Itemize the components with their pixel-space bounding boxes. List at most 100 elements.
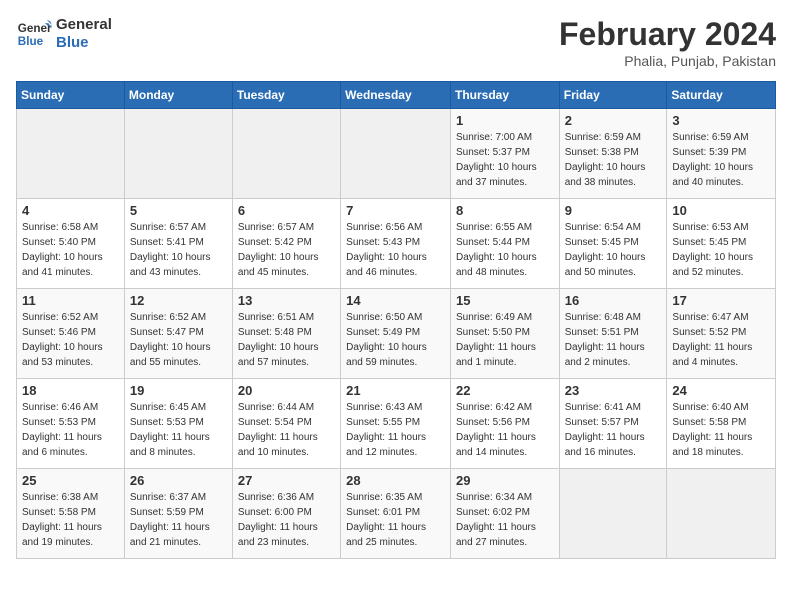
logo: General Blue General Blue bbox=[16, 16, 112, 52]
week-row-3: 11Sunrise: 6:52 AMSunset: 5:46 PMDayligh… bbox=[17, 289, 776, 379]
weekday-header-saturday: Saturday bbox=[667, 82, 776, 109]
day-number: 26 bbox=[130, 473, 227, 488]
calendar-cell: 9Sunrise: 6:54 AMSunset: 5:45 PMDaylight… bbox=[559, 199, 667, 289]
day-detail: Sunrise: 6:37 AMSunset: 5:59 PMDaylight:… bbox=[130, 490, 227, 550]
calendar-cell: 23Sunrise: 6:41 AMSunset: 5:57 PMDayligh… bbox=[559, 379, 667, 469]
day-number: 1 bbox=[456, 113, 554, 128]
calendar-cell: 14 Sunrise: 6:50 AMSunset: 5:49 PMDayligh… bbox=[341, 289, 451, 379]
svg-text:Blue: Blue bbox=[18, 35, 44, 48]
week-row-2: 4Sunrise: 6:58 AMSunset: 5:40 PMDaylight… bbox=[17, 199, 776, 289]
calendar-cell: 20 Sunrise: 6:44 AMSunset: 5:54 PMDayligh… bbox=[232, 379, 340, 469]
location: Phalia, Punjab, Pakistan bbox=[559, 53, 776, 69]
day-number: 5 bbox=[130, 203, 227, 218]
calendar-cell: 6 Sunrise: 6:57 AMSunset: 5:42 PMDaylight… bbox=[232, 199, 340, 289]
calendar-cell bbox=[124, 109, 232, 199]
calendar-table: SundayMondayTuesdayWednesdayThursdayFrid… bbox=[16, 81, 776, 559]
calendar-cell: 18Sunrise: 6:46 AMSunset: 5:53 PMDayligh… bbox=[17, 379, 125, 469]
day-number: 7 bbox=[346, 203, 445, 218]
calendar-cell: 4Sunrise: 6:58 AMSunset: 5:40 PMDaylight… bbox=[17, 199, 125, 289]
calendar-cell: 21 Sunrise: 6:43 AMSunset: 5:55 PMDayligh… bbox=[341, 379, 451, 469]
day-number: 28 bbox=[346, 473, 445, 488]
day-detail: Sunrise: 6:47 AMSunset: 5:52 PMDaylight:… bbox=[672, 310, 770, 370]
day-number: 20 bbox=[238, 383, 335, 398]
day-detail: Sunrise: 6:57 AMSunset: 5:42 PMDaylight:… bbox=[238, 220, 335, 280]
calendar-cell bbox=[232, 109, 340, 199]
calendar-cell: 3Sunrise: 6:59 AMSunset: 5:39 PMDaylight… bbox=[667, 109, 776, 199]
day-detail: Sunrise: 6:59 AMSunset: 5:39 PMDaylight:… bbox=[672, 130, 770, 190]
day-detail: Sunrise: 6:52 AMSunset: 5:47 PMDaylight:… bbox=[130, 310, 227, 370]
day-detail: Sunrise: 6:40 AMSunset: 5:58 PMDaylight:… bbox=[672, 400, 770, 460]
day-number: 14 bbox=[346, 293, 445, 308]
day-number: 22 bbox=[456, 383, 554, 398]
day-detail: Sunrise: 6:45 AMSunset: 5:53 PMDaylight:… bbox=[130, 400, 227, 460]
day-detail: Sunrise: 6:49 AMSunset: 5:50 PMDaylight:… bbox=[456, 310, 554, 370]
day-detail: Sunrise: 6:54 AMSunset: 5:45 PMDaylight:… bbox=[565, 220, 662, 280]
day-number: 29 bbox=[456, 473, 554, 488]
day-number: 15 bbox=[456, 293, 554, 308]
day-number: 6 bbox=[238, 203, 335, 218]
day-detail: Sunrise: 6:44 AMSunset: 5:54 PMDaylight:… bbox=[238, 400, 335, 460]
day-number: 10 bbox=[672, 203, 770, 218]
calendar-cell: 17 Sunrise: 6:47 AMSunset: 5:52 PMDayligh… bbox=[667, 289, 776, 379]
calendar-cell: 5Sunrise: 6:57 AMSunset: 5:41 PMDaylight… bbox=[124, 199, 232, 289]
week-row-5: 25 Sunrise: 6:38 AMSunset: 5:58 PMDayligh… bbox=[17, 469, 776, 559]
day-number: 16 bbox=[565, 293, 662, 308]
day-detail: Sunrise: 6:42 AMSunset: 5:56 PMDaylight:… bbox=[456, 400, 554, 460]
day-detail: Sunrise: 6:50 AMSunset: 5:49 PMDaylight:… bbox=[346, 310, 445, 370]
day-detail: Sunrise: 6:59 AMSunset: 5:38 PMDaylight:… bbox=[565, 130, 662, 190]
calendar-cell: 22 Sunrise: 6:42 AMSunset: 5:56 PMDayligh… bbox=[450, 379, 559, 469]
day-detail: Sunrise: 6:36 AMSunset: 6:00 PMDaylight:… bbox=[238, 490, 335, 550]
calendar-cell: 27Sunrise: 6:36 AMSunset: 6:00 PMDayligh… bbox=[232, 469, 340, 559]
day-detail: Sunrise: 6:43 AMSunset: 5:55 PMDaylight:… bbox=[346, 400, 445, 460]
logo-blue: Blue bbox=[56, 34, 112, 52]
day-number: 25 bbox=[22, 473, 119, 488]
title-block: February 2024 Phalia, Punjab, Pakistan bbox=[559, 16, 776, 69]
calendar-cell: 12 Sunrise: 6:52 AMSunset: 5:47 PMDayligh… bbox=[124, 289, 232, 379]
day-detail: Sunrise: 7:00 AMSunset: 5:37 PMDaylight:… bbox=[456, 130, 554, 190]
month-title: February 2024 bbox=[559, 16, 776, 53]
day-number: 4 bbox=[22, 203, 119, 218]
calendar-cell: 24 Sunrise: 6:40 AMSunset: 5:58 PMDayligh… bbox=[667, 379, 776, 469]
day-number: 21 bbox=[346, 383, 445, 398]
calendar-cell: 11Sunrise: 6:52 AMSunset: 5:46 PMDayligh… bbox=[17, 289, 125, 379]
page-header: General Blue General Blue February 2024 … bbox=[16, 16, 776, 69]
day-detail: Sunrise: 6:55 AMSunset: 5:44 PMDaylight:… bbox=[456, 220, 554, 280]
calendar-cell bbox=[341, 109, 451, 199]
logo-icon: General Blue bbox=[16, 16, 52, 52]
weekday-header-friday: Friday bbox=[559, 82, 667, 109]
day-number: 18 bbox=[22, 383, 119, 398]
weekday-header-sunday: Sunday bbox=[17, 82, 125, 109]
calendar-cell: 25 Sunrise: 6:38 AMSunset: 5:58 PMDayligh… bbox=[17, 469, 125, 559]
calendar-cell: 1 Sunrise: 7:00 AMSunset: 5:37 PMDaylight… bbox=[450, 109, 559, 199]
logo-general: General bbox=[56, 16, 112, 34]
day-detail: Sunrise: 6:53 AMSunset: 5:45 PMDaylight:… bbox=[672, 220, 770, 280]
day-detail: Sunrise: 6:35 AMSunset: 6:01 PMDaylight:… bbox=[346, 490, 445, 550]
calendar-cell bbox=[17, 109, 125, 199]
day-number: 13 bbox=[238, 293, 335, 308]
week-row-4: 18Sunrise: 6:46 AMSunset: 5:53 PMDayligh… bbox=[17, 379, 776, 469]
calendar-cell bbox=[559, 469, 667, 559]
day-number: 12 bbox=[130, 293, 227, 308]
calendar-cell: 7Sunrise: 6:56 AMSunset: 5:43 PMDaylight… bbox=[341, 199, 451, 289]
calendar-cell: 29 Sunrise: 6:34 AMSunset: 6:02 PMDayligh… bbox=[450, 469, 559, 559]
weekday-header-wednesday: Wednesday bbox=[341, 82, 451, 109]
weekday-header-row: SundayMondayTuesdayWednesdayThursdayFrid… bbox=[17, 82, 776, 109]
day-detail: Sunrise: 6:38 AMSunset: 5:58 PMDaylight:… bbox=[22, 490, 119, 550]
calendar-cell: 16Sunrise: 6:48 AMSunset: 5:51 PMDayligh… bbox=[559, 289, 667, 379]
day-number: 2 bbox=[565, 113, 662, 128]
week-row-1: 1 Sunrise: 7:00 AMSunset: 5:37 PMDaylight… bbox=[17, 109, 776, 199]
weekday-header-tuesday: Tuesday bbox=[232, 82, 340, 109]
calendar-cell: 8 Sunrise: 6:55 AMSunset: 5:44 PMDaylight… bbox=[450, 199, 559, 289]
day-number: 23 bbox=[565, 383, 662, 398]
day-number: 8 bbox=[456, 203, 554, 218]
calendar-cell: 2 Sunrise: 6:59 AMSunset: 5:38 PMDaylight… bbox=[559, 109, 667, 199]
calendar-cell bbox=[667, 469, 776, 559]
day-detail: Sunrise: 6:51 AMSunset: 5:48 PMDaylight:… bbox=[238, 310, 335, 370]
day-detail: Sunrise: 6:52 AMSunset: 5:46 PMDaylight:… bbox=[22, 310, 119, 370]
day-number: 24 bbox=[672, 383, 770, 398]
weekday-header-thursday: Thursday bbox=[450, 82, 559, 109]
day-number: 17 bbox=[672, 293, 770, 308]
calendar-cell: 10 Sunrise: 6:53 AMSunset: 5:45 PMDayligh… bbox=[667, 199, 776, 289]
day-detail: Sunrise: 6:34 AMSunset: 6:02 PMDaylight:… bbox=[456, 490, 554, 550]
weekday-header-monday: Monday bbox=[124, 82, 232, 109]
